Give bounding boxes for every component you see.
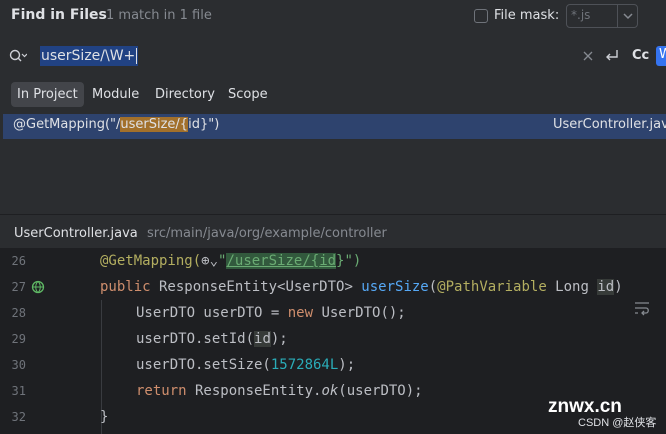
closing-brace: }: [100, 409, 109, 425]
file-mask-checkbox[interactable]: [474, 9, 488, 23]
code-token: userDTO.setSize(: [136, 357, 271, 373]
match-case-toggle[interactable]: Cc: [632, 48, 649, 63]
keyword-token: return: [136, 383, 187, 399]
line-content: public ResponseEntity<UserDTO> userSize(…: [100, 274, 623, 300]
preview-file-name: UserController.java: [14, 226, 138, 241]
newline-icon[interactable]: [603, 48, 621, 64]
line-number: 26: [11, 254, 26, 268]
search-query: userSize/\W+: [41, 48, 136, 64]
preview-file-path: src/main/java/org/example/controller: [147, 226, 387, 241]
result-suffix: id}"): [188, 117, 220, 132]
number-literal-token: 1572864L: [270, 357, 339, 373]
line-number: 29: [11, 332, 26, 346]
line-content: userDTO.setSize(1572864L);: [136, 352, 355, 378]
regex-toggle[interactable]: W: [656, 46, 666, 66]
code-token: userDTO.setId(: [136, 331, 255, 347]
code-line-29: 29 userDTO.setId(id);: [0, 326, 666, 352]
tab-directory[interactable]: Directory: [149, 82, 221, 107]
code-token: );: [338, 357, 356, 373]
result-text: @GetMapping("/userSize/{id}"): [13, 117, 219, 132]
clear-icon[interactable]: [582, 49, 594, 63]
panel-divider[interactable]: [0, 214, 666, 215]
chevron-down-icon[interactable]: [621, 9, 635, 23]
tab-scope[interactable]: Scope: [222, 82, 274, 107]
file-mask-label[interactable]: File mask:: [494, 8, 559, 23]
line-content: UserDTO userDTO = new UserDTO();: [136, 300, 406, 326]
line-number: 27: [11, 280, 26, 294]
string-close: }"): [336, 253, 362, 269]
soft-wrap-icon[interactable]: [633, 300, 651, 316]
line-content: }: [100, 404, 108, 430]
result-match-highlight: userSize/{: [120, 117, 189, 132]
result-prefix: @GetMapping("/: [13, 117, 121, 132]
line-number: 31: [11, 384, 26, 398]
search-history-icon[interactable]: [9, 49, 27, 63]
paren-open: (: [428, 279, 438, 295]
dialog-title: Find in Files: [11, 7, 107, 23]
result-file-name: UserController.java: [553, 117, 666, 132]
line-number: 28: [11, 306, 26, 320]
method-name-token: userSize: [361, 279, 429, 295]
code-token: (userDTO);: [338, 383, 423, 399]
dialog-header: Find in Files 1 match in 1 file File mas…: [0, 0, 666, 34]
code-token: UserDTO();: [313, 305, 406, 321]
result-row[interactable]: @GetMapping("/userSize/{id}") UserContro…: [3, 114, 666, 139]
code-token: UserDTO userDTO =: [136, 305, 288, 321]
text-caret: [136, 48, 138, 64]
line-content: return ResponseEntity.ok(userDTO);: [136, 378, 423, 404]
code-token: ResponseEntity.: [186, 383, 322, 399]
line-content: userDTO.setId(id);: [136, 326, 288, 352]
run-gutter-icon[interactable]: [31, 280, 45, 294]
static-method-token: ok: [321, 383, 339, 399]
tab-module[interactable]: Module: [86, 82, 145, 107]
path-variable-token: id: [319, 253, 337, 269]
param-type-token: Long: [546, 279, 598, 295]
file-mask-divider: [617, 5, 618, 27]
search-row: userSize/\W+ Cc W: [0, 40, 666, 72]
keyword-token: public: [100, 279, 151, 295]
param-ref-token: id: [254, 331, 271, 347]
file-mask-value: *.js: [571, 8, 591, 22]
scope-tabs: In Project Module Directory Scope: [0, 80, 666, 108]
line-number: 30: [11, 358, 26, 372]
code-line-27: 27 public ResponseEntity<UserDTO> userSi…: [0, 274, 666, 300]
code-token: );: [270, 331, 288, 347]
param-name-token: id: [597, 279, 615, 295]
annotation-token: @PathVariable: [437, 279, 547, 295]
file-mask-select[interactable]: *.js: [566, 4, 638, 28]
match-count: 1 match in 1 file: [106, 8, 212, 23]
code-line-26: 26 @GetMapping(⊕⌄"/userSize/{id}"): [0, 248, 666, 274]
code-line-28: 28 UserDTO userDTO = new UserDTO();: [0, 300, 666, 326]
tab-in-project[interactable]: In Project: [11, 82, 84, 107]
url-path-token: /userSize/{: [226, 253, 320, 269]
chevron-down-icon: ⌄: [209, 253, 219, 269]
keyword-token: new: [287, 305, 314, 321]
results-list: @GetMapping("/userSize/{id}") UserContro…: [0, 114, 666, 214]
code-line-30: 30 userDTO.setSize(1572864L);: [0, 352, 666, 378]
paren-close: ): [614, 279, 623, 295]
globe-icon: ⊕: [201, 253, 210, 269]
search-input[interactable]: userSize/\W+: [40, 46, 139, 66]
type-token: ResponseEntity<UserDTO>: [150, 279, 362, 295]
watermark-credit: CSDN @赵侠客: [578, 417, 657, 429]
line-content: @GetMapping(⊕⌄"/userSize/{id}"): [100, 248, 361, 274]
annotation-token: @GetMapping(: [100, 253, 202, 269]
line-number: 32: [11, 410, 26, 424]
preview-header: UserController.java src/main/java/org/ex…: [0, 222, 666, 246]
